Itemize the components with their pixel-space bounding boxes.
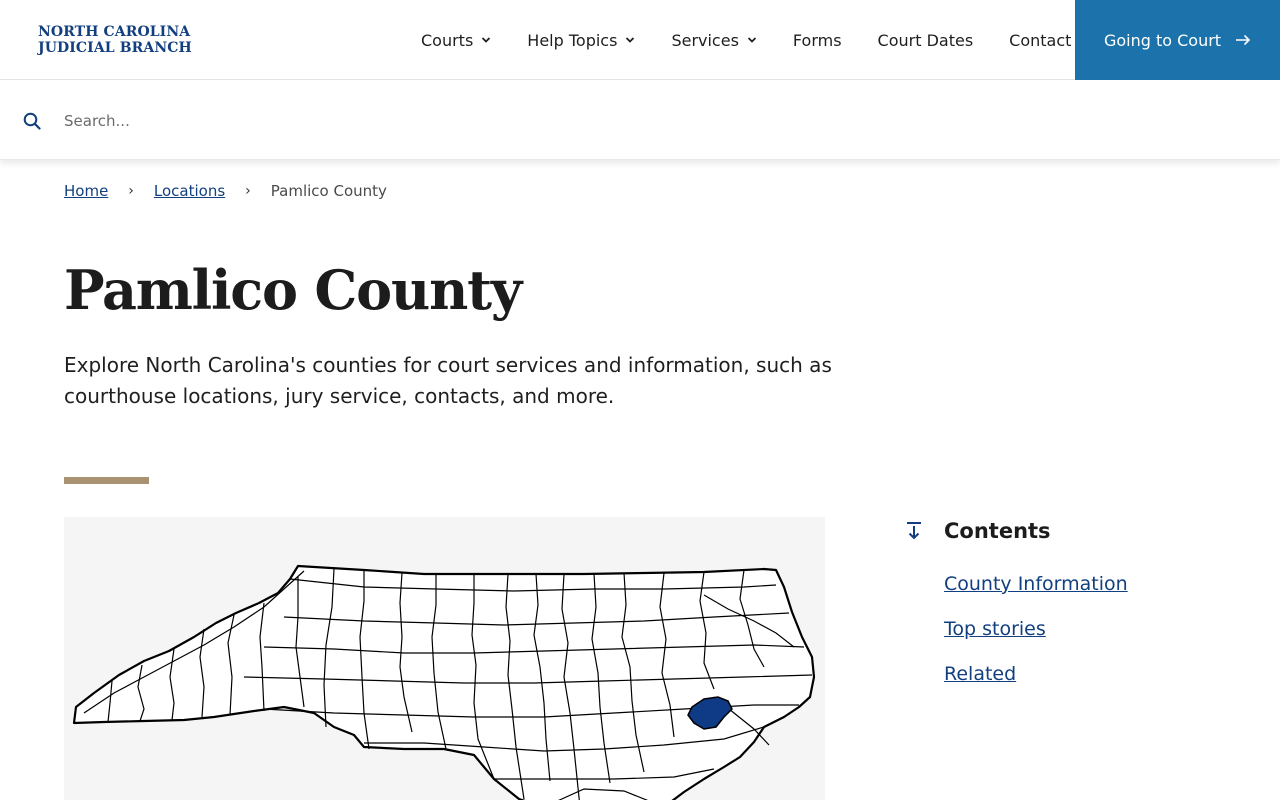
arrow-right-icon (1236, 34, 1251, 46)
county-map-panel (64, 517, 825, 800)
nav-item-help-topics[interactable]: Help Topics (527, 31, 635, 50)
chevron-down-icon (747, 37, 757, 43)
arrow-down-to-line-icon (907, 522, 921, 540)
breadcrumb: Home › Locations › Pamlico County (64, 182, 387, 200)
chevron-down-icon (482, 37, 491, 43)
main-nav: Courts Help Topics Services Forms Court … (421, 0, 1071, 80)
north-carolina-county-map (72, 564, 816, 800)
contents-header: Contents (905, 515, 1235, 547)
nav-item-label: Contact (1009, 30, 1072, 50)
nav-item-court-dates[interactable]: Court Dates (878, 31, 974, 50)
cta-label: Going to Court (1103, 30, 1222, 50)
logo-line-1: NORTH CAROLINA (38, 24, 191, 40)
contents-title: Contents (944, 519, 1051, 543)
nav-item-services[interactable]: Services (671, 30, 757, 50)
contents-panel: Contents County Information Top stories … (905, 515, 1235, 708)
list-item: Top stories (944, 618, 1235, 663)
contents-list: County Information Top stories Related (905, 573, 1235, 708)
breadcrumb-home-link[interactable]: Home (64, 182, 108, 200)
contents-link-county-information[interactable]: County Information (944, 573, 1128, 595)
accent-divider (64, 477, 149, 484)
search-bar (0, 81, 1280, 160)
nav-item-label: Court Dates (877, 30, 974, 50)
chevron-right-icon: › (128, 183, 134, 199)
contents-link-top-stories[interactable]: Top stories (944, 618, 1046, 640)
list-item: Related (944, 663, 1235, 708)
nav-item-label: Services (671, 30, 739, 50)
chevron-right-icon: › (245, 183, 251, 199)
nav-item-label: Courts (421, 30, 474, 50)
chevron-down-icon (626, 37, 635, 43)
contents-link-related[interactable]: Related (944, 663, 1016, 685)
search-input[interactable] (56, 101, 1236, 141)
page-title: Pamlico County (64, 258, 522, 322)
breadcrumb-locations-link[interactable]: Locations (154, 182, 225, 200)
going-to-court-button[interactable]: Going to Court (1075, 0, 1280, 80)
list-item: County Information (944, 573, 1235, 618)
page-intro: Explore North Carolina's counties for co… (64, 353, 832, 408)
nav-item-contact[interactable]: Contact (1009, 31, 1071, 50)
nav-item-label: Forms (792, 30, 842, 50)
search-icon[interactable] (23, 112, 41, 130)
nav-item-label: Help Topics (527, 30, 618, 50)
site-header: NORTH CAROLINA JUDICIAL BRANCH Courts He… (0, 0, 1280, 80)
breadcrumb-current: Pamlico County (270, 182, 387, 200)
nav-item-courts[interactable]: Courts (421, 31, 491, 50)
logo-line-2: JUDICIAL BRANCH (38, 40, 192, 56)
nav-item-forms[interactable]: Forms (793, 31, 842, 50)
site-logo[interactable]: NORTH CAROLINA JUDICIAL BRANCH (38, 24, 192, 56)
